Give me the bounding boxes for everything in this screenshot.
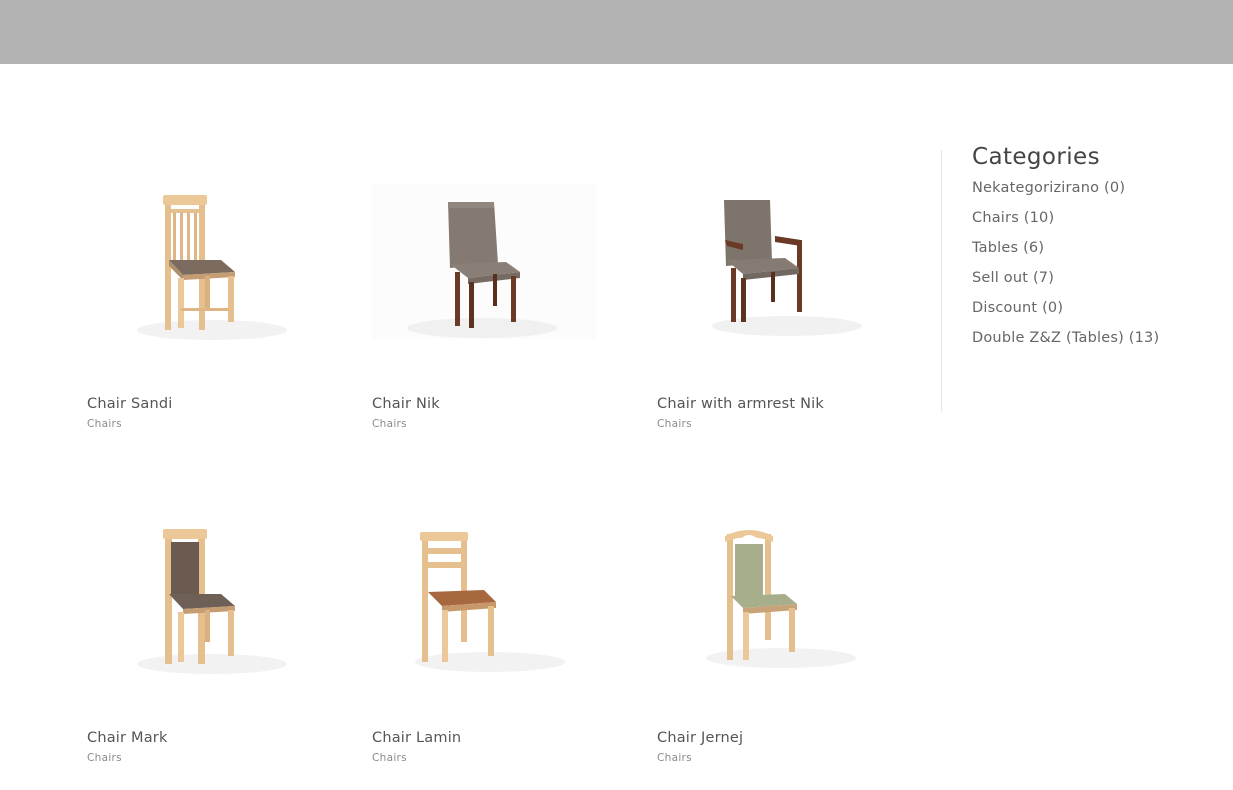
- product-image-chair-jernej[interactable]: [657, 514, 917, 724]
- category-count: (0): [1042, 300, 1064, 316]
- category-link-tables[interactable]: Tables: [972, 240, 1023, 256]
- category-count: (13): [1128, 330, 1160, 346]
- category-item[interactable]: Discount (0): [972, 296, 1212, 326]
- category-count: (10): [1023, 210, 1055, 226]
- category-count: (6): [1023, 240, 1045, 256]
- product-title[interactable]: Chair Mark: [87, 730, 168, 746]
- category-item[interactable]: Double Z&Z (Tables) (13): [972, 326, 1212, 356]
- product-category[interactable]: Chairs: [372, 752, 407, 764]
- top-header-bar: [0, 0, 1233, 64]
- product-category[interactable]: Chairs: [87, 418, 122, 430]
- sidebar-divider: [941, 150, 942, 412]
- product-card[interactable]: Chair Lamin Chairs: [372, 514, 632, 764]
- category-count: (7): [1032, 270, 1055, 286]
- product-image-chair-sandi[interactable]: [87, 180, 347, 390]
- product-image-chair-lamin[interactable]: [372, 514, 632, 724]
- category-link-nekategorizirano[interactable]: Nekategorizirano: [972, 180, 1104, 196]
- category-item[interactable]: Tables (6): [972, 236, 1212, 266]
- product-title[interactable]: Chair Sandi: [87, 396, 173, 412]
- category-link-discount[interactable]: Discount: [972, 300, 1042, 316]
- product-category[interactable]: Chairs: [372, 418, 407, 430]
- category-item[interactable]: Chairs (10): [972, 206, 1212, 236]
- product-title[interactable]: Chair Jernej: [657, 730, 743, 746]
- product-card[interactable]: Chair with armrest Nik Chairs: [657, 180, 917, 430]
- product-category[interactable]: Chairs: [657, 418, 692, 430]
- categories-sidebar: Categories Nekategorizirano (0) Chairs (…: [972, 144, 1212, 356]
- product-title[interactable]: Chair Nik: [372, 396, 440, 412]
- category-link-double-zz-tables[interactable]: Double Z&Z (Tables): [972, 330, 1129, 346]
- category-item[interactable]: Nekategorizirano (0): [972, 176, 1212, 206]
- product-title[interactable]: Chair Lamin: [372, 730, 461, 746]
- category-item[interactable]: Sell out (7): [972, 266, 1212, 296]
- category-count: (0): [1104, 180, 1126, 196]
- product-category[interactable]: Chairs: [87, 752, 122, 764]
- category-list: Nekategorizirano (0) Chairs (10) Tables …: [972, 176, 1212, 356]
- category-link-chairs[interactable]: Chairs: [972, 210, 1024, 226]
- product-title[interactable]: Chair with armrest Nik: [657, 396, 824, 412]
- product-card[interactable]: Chair Nik Chairs: [372, 180, 632, 430]
- category-link-sell-out[interactable]: Sell out: [972, 270, 1033, 286]
- product-category[interactable]: Chairs: [657, 752, 692, 764]
- product-image-chair-nik[interactable]: [372, 180, 632, 390]
- product-card[interactable]: Chair Mark Chairs: [87, 514, 347, 764]
- categories-heading: Categories: [972, 144, 1100, 170]
- product-image-chair-with-armrest-nik[interactable]: [657, 180, 917, 390]
- product-card[interactable]: Chair Jernej Chairs: [657, 514, 917, 764]
- product-image-chair-mark[interactable]: [87, 514, 347, 724]
- product-card[interactable]: Chair Sandi Chairs: [87, 180, 347, 430]
